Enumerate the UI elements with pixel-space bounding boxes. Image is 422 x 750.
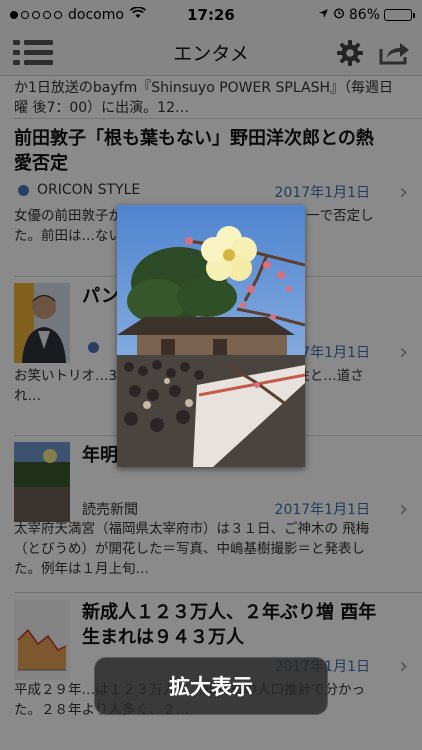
photo-preview[interactable] [117,205,305,467]
enlarge-view-button[interactable]: 拡大表示 [94,657,328,715]
